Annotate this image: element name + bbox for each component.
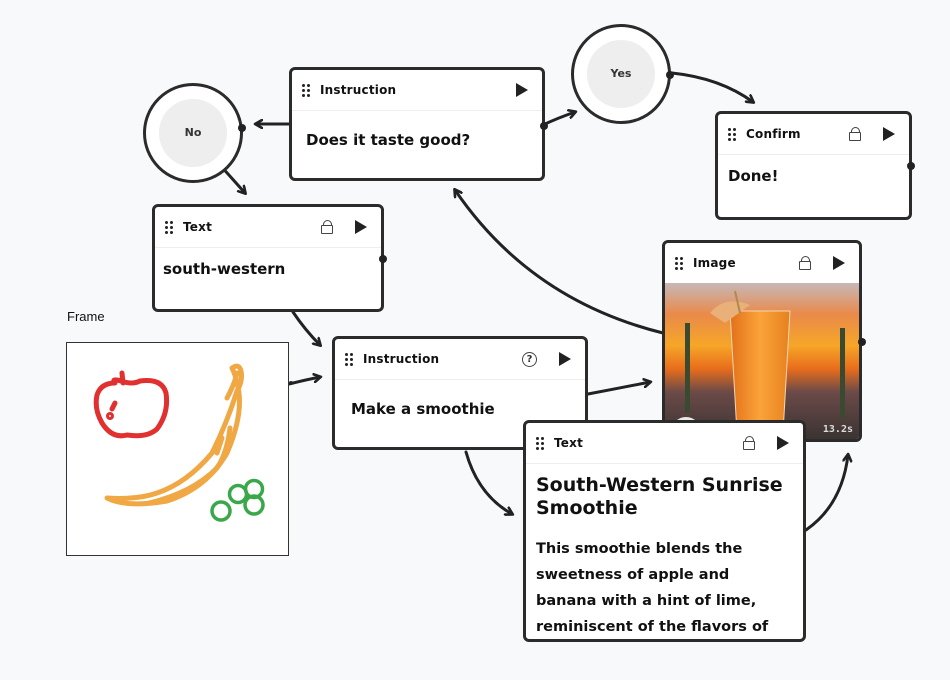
unlock-icon[interactable] <box>849 127 861 141</box>
node-content[interactable]: Done! <box>718 155 909 197</box>
node-content[interactable]: Does it taste good? <box>292 111 542 165</box>
text-node-south-western[interactable]: Text south-western <box>152 204 387 312</box>
confirm-node[interactable]: Confirm Done! <box>715 111 915 220</box>
node-header[interactable]: Text <box>526 423 803 464</box>
edge-frame-to-instruction <box>287 377 320 386</box>
fruit-drawing <box>93 363 265 522</box>
help-icon[interactable]: ? <box>522 351 537 367</box>
recipe-title[interactable]: South-Western Sunrise Smoothie <box>526 464 803 520</box>
node-type-label: Instruction <box>363 352 440 366</box>
branch-label: No <box>184 126 202 140</box>
node-type-label: Instruction <box>320 83 397 97</box>
image-node[interactable]: Image 13.2s <box>662 240 866 442</box>
edge-yes-to-confirm <box>670 71 753 102</box>
node-type-label: Text <box>554 436 584 450</box>
play-icon[interactable] <box>833 256 845 270</box>
unlock-icon[interactable] <box>799 256 811 270</box>
node-type-label: Confirm <box>746 127 801 141</box>
drawing-frame[interactable] <box>66 342 293 556</box>
edge-text-to-image <box>804 455 848 532</box>
branch-label: Yes <box>610 67 632 81</box>
output-port[interactable] <box>907 162 915 170</box>
edge-instruction-to-yes <box>543 112 575 126</box>
recipe-description[interactable]: This smoothie blends the sweetness of ap… <box>526 520 803 639</box>
output-port[interactable] <box>540 122 548 130</box>
edge-instruction-to-text <box>464 450 512 514</box>
instruction-node-question[interactable]: Instruction Does it taste good? <box>289 67 548 181</box>
edge-instruction-to-image <box>586 382 650 396</box>
drag-handle-icon[interactable] <box>536 437 544 450</box>
play-icon[interactable] <box>777 436 789 450</box>
unlock-icon[interactable] <box>321 220 333 234</box>
output-port[interactable] <box>858 338 866 346</box>
generated-image[interactable]: 13.2s <box>665 283 859 439</box>
output-port[interactable] <box>289 381 293 385</box>
edge-text-to-instruction <box>291 310 320 345</box>
unlock-icon[interactable] <box>743 436 755 450</box>
drag-handle-icon[interactable] <box>165 221 173 234</box>
grapes-drawing <box>210 478 265 522</box>
node-header[interactable]: Confirm <box>718 114 909 155</box>
play-icon[interactable] <box>559 352 571 366</box>
drag-handle-icon[interactable] <box>345 353 353 366</box>
apple-drawing <box>93 370 170 439</box>
output-port[interactable] <box>238 124 246 132</box>
node-header[interactable]: Text <box>155 207 381 248</box>
play-icon[interactable] <box>883 127 895 141</box>
drag-handle-icon[interactable] <box>675 257 683 270</box>
node-header[interactable]: Image <box>665 243 859 284</box>
drag-handle-icon[interactable] <box>728 128 736 141</box>
output-port[interactable] <box>379 255 387 263</box>
node-header[interactable]: Instruction ? <box>335 339 585 380</box>
edge-image-to-instruction <box>455 190 665 335</box>
text-node-recipe[interactable]: Text South-Western Sunrise Smoothie This… <box>523 420 806 642</box>
output-port[interactable] <box>666 71 674 79</box>
play-icon[interactable] <box>516 83 528 97</box>
drag-handle-icon[interactable] <box>302 84 310 97</box>
branch-node-yes[interactable]: Yes <box>571 24 674 124</box>
play-icon[interactable] <box>355 220 367 234</box>
node-header[interactable]: Instruction <box>292 70 542 111</box>
node-content[interactable]: south-western <box>155 248 381 290</box>
flow-canvas[interactable]: Instruction Does it taste good? No Yes C… <box>0 0 950 680</box>
generation-time: 13.2s <box>822 424 853 435</box>
branch-node-no[interactable]: No <box>143 83 246 183</box>
node-type-label: Text <box>183 220 213 234</box>
frame-label: Frame <box>67 309 105 324</box>
node-type-label: Image <box>693 256 736 270</box>
